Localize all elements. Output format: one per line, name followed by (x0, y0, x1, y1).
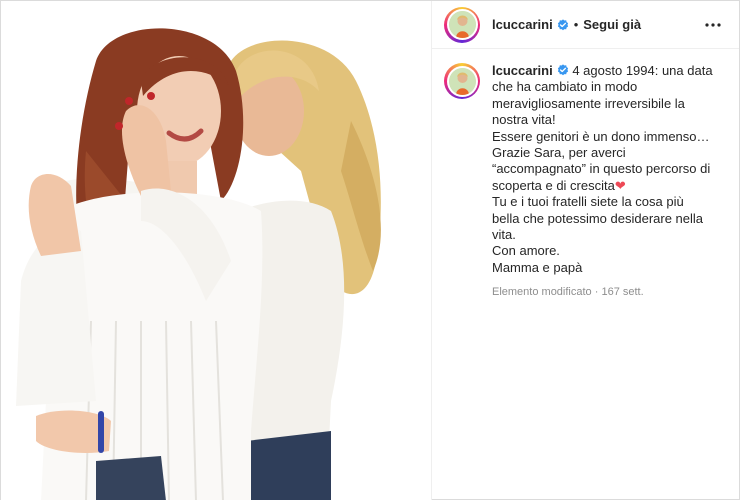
following-button[interactable]: Segui già (583, 17, 641, 32)
photo-illustration (1, 1, 431, 500)
caption-username-link[interactable]: lcuccarini (492, 63, 553, 78)
meta-separator: · (594, 286, 599, 299)
caption-line: Essere genitori è un dono immenso… (492, 128, 710, 144)
caption-avatar[interactable] (444, 63, 480, 99)
caption-line: vita. (492, 227, 516, 243)
caption-line: che ha cambiato in modo (492, 79, 638, 95)
caption-line: meravigliosamente irreversibile la (492, 95, 685, 111)
post-side-panel: lcuccarini • Segui già lcuccarini 4 agos… (432, 1, 739, 500)
post-meta: Elemento modificato · 167 sett. (492, 284, 725, 300)
caption-line: Con amore. (492, 243, 560, 259)
post-header: lcuccarini • Segui già (432, 1, 739, 49)
edited-label: Elemento modificato (492, 286, 592, 299)
post-photo[interactable] (1, 1, 432, 500)
avatar-image (448, 11, 476, 38)
caption-line: scoperta e di crescita (492, 177, 615, 193)
post-time-link[interactable]: 167 sett. (601, 286, 643, 298)
caption-avatar-image (448, 67, 476, 95)
verified-badge-icon (557, 18, 569, 31)
caption-text: lcuccarini 4 agosto 1994: una data che h… (492, 63, 725, 301)
instagram-post: lcuccarini • Segui già lcuccarini 4 agos… (0, 0, 740, 500)
more-options-icon[interactable] (701, 13, 725, 37)
caption-line: Tu e i tuoi fratelli siete la cosa più (492, 194, 684, 210)
caption-line: Mamma e papà (492, 259, 583, 275)
heart-emoji-icon: ❤ (614, 177, 626, 193)
caption-line: Grazie Sara, per averci (492, 145, 626, 161)
header-separator: • (573, 17, 579, 32)
caption-first-line: lcuccarini 4 agosto 1994: una data (492, 63, 725, 79)
caption-section: lcuccarini 4 agosto 1994: una data che h… (432, 49, 739, 301)
profile-avatar[interactable] (444, 6, 480, 43)
caption-first-text: 4 agosto 1994: una data (572, 63, 713, 78)
username-link[interactable]: lcuccarini (492, 17, 553, 32)
caption-line: nostra vita! (492, 112, 556, 128)
caption-line: bella che potessimo desiderare nella (492, 210, 704, 226)
caption-line-with-heart: scoperta e di crescita❤ (492, 178, 725, 194)
caption-verified-badge-icon (557, 64, 569, 76)
caption-line: “accompagnato” in questo percorso di (492, 161, 711, 177)
